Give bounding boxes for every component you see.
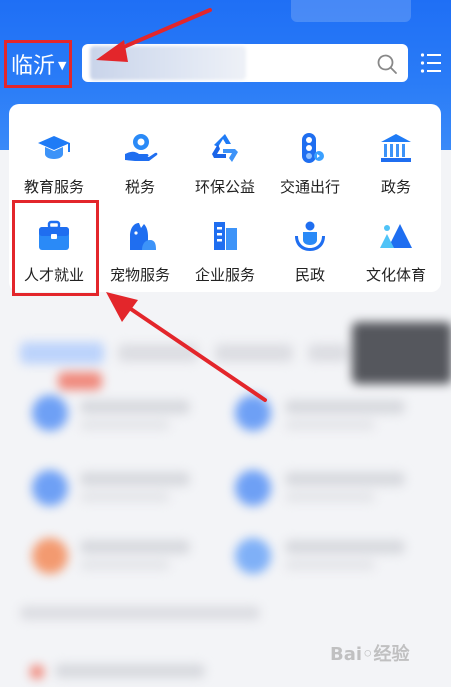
annotation-highlight-box (12, 200, 99, 296)
menu-icon[interactable] (420, 52, 442, 74)
enterprise-building-icon (214, 222, 237, 250)
service-tax[interactable]: 税务 (97, 126, 183, 204)
service-traffic[interactable]: 交通出行 (267, 126, 353, 204)
service-label: 环保公益 (194, 178, 255, 196)
service-civil-affairs[interactable]: 民政 (267, 214, 353, 292)
blurred-content (0, 300, 451, 687)
service-label: 教育服务 (23, 178, 84, 196)
service-enterprise[interactable]: 企业服务 (182, 214, 268, 292)
government-building-icon (381, 134, 411, 162)
service-label: 文化体育 (365, 266, 426, 284)
service-label: 政务 (380, 178, 411, 196)
recycle-icon (212, 134, 238, 162)
service-pet[interactable]: 宠物服务 (97, 214, 183, 292)
traffic-light-icon (302, 133, 324, 163)
service-label: 民政 (294, 266, 325, 284)
pet-icon (130, 223, 156, 250)
service-government[interactable]: 政务 (353, 126, 439, 204)
service-label: 税务 (124, 178, 155, 196)
header-banner (291, 0, 411, 22)
search-text-blurred (90, 46, 246, 80)
graduation-cap-icon (38, 136, 70, 159)
service-education[interactable]: 教育服务 (11, 126, 97, 204)
tax-hand-icon (125, 134, 158, 161)
service-label: 宠物服务 (109, 266, 170, 284)
service-culture-sports[interactable]: 文化体育 (353, 214, 439, 292)
watermark-logo: Bai◦经验 (330, 644, 410, 665)
service-environment[interactable]: 环保公益 (182, 126, 268, 204)
caret-down-icon: ▼ (58, 58, 67, 72)
service-label: 企业服务 (194, 266, 255, 284)
culture-sports-icon (380, 224, 412, 248)
civil-affairs-icon (295, 221, 325, 251)
service-label: 交通出行 (279, 178, 340, 196)
search-icon[interactable] (376, 53, 398, 75)
city-name: 临沂 (11, 54, 56, 79)
search-input[interactable] (82, 44, 408, 82)
city-selector[interactable]: 临沂 ▼ (4, 40, 72, 88)
